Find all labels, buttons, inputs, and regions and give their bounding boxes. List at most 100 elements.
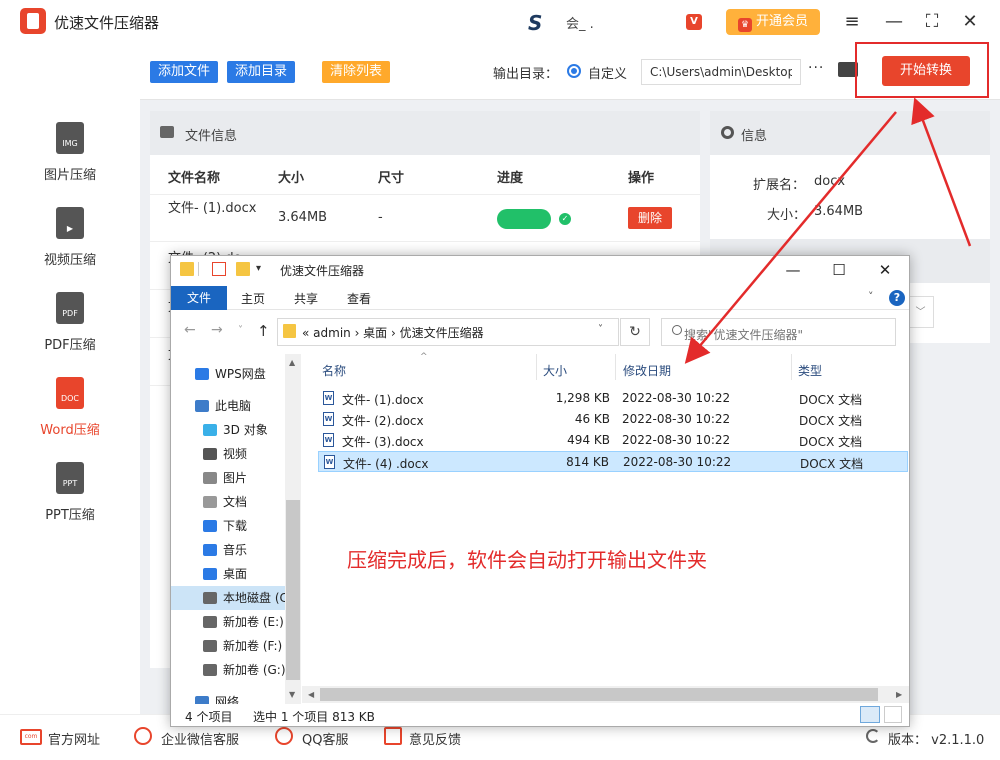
file-panel-title: 文件信息 [185, 129, 238, 144]
nav-pane-label: 音乐 [223, 543, 248, 557]
refresh-button[interactable]: ↻ [620, 318, 650, 346]
nav-pane-item[interactable]: WPS网盘 [171, 362, 285, 386]
scroll-down-icon[interactable]: ▼ [289, 690, 295, 699]
word-doc-icon: W [323, 412, 334, 426]
sidebar-item-video[interactable]: ▶ 视频压缩 [0, 207, 140, 292]
details-view-icon[interactable] [860, 706, 880, 723]
large-icons-view-icon[interactable] [884, 706, 902, 723]
nav-pane-item[interactable]: 网络 [171, 690, 285, 704]
horizontal-scrollbar-thumb[interactable] [320, 688, 878, 701]
crown-icon: ♛ [737, 18, 752, 32]
feedback-link[interactable]: 意见反馈 [409, 729, 461, 748]
file-dimension-cell: - [378, 210, 383, 225]
close-button[interactable]: ✕ [958, 10, 982, 34]
recent-locations-icon[interactable]: ˅ [238, 325, 243, 336]
tab-file[interactable]: 文件 [171, 286, 227, 310]
more-options-button[interactable]: ··· [808, 60, 824, 76]
nav-pane-label: 文档 [223, 495, 248, 509]
word-doc-icon: W [324, 455, 335, 469]
ribbon-collapse-icon[interactable]: ˅ [868, 290, 874, 303]
scroll-up-icon[interactable]: ▲ [289, 358, 295, 367]
new-folder-icon[interactable] [236, 262, 250, 276]
column-header-date[interactable]: 修改日期 [623, 362, 671, 379]
nav-pane-item[interactable]: 新加卷 (G:) [171, 658, 285, 682]
official-site-link[interactable]: 官方网址 [48, 729, 100, 748]
explorer-maximize-button[interactable]: ☐ [824, 260, 854, 280]
nav-pane-label: 网络 [215, 695, 240, 704]
word-doc-icon: W [323, 433, 334, 447]
nav-pane-item[interactable]: 下载 [171, 514, 285, 538]
nav-pane-label: 新加卷 (E:) [223, 615, 284, 629]
tab-view[interactable]: 查看 [347, 290, 371, 307]
open-vip-button[interactable]: ♛ 开通会员 [726, 9, 820, 35]
properties-icon[interactable] [212, 262, 226, 276]
nav-pane-item[interactable]: 视频 [171, 442, 285, 466]
version-text: 版本： v2.1.1.0 [888, 733, 985, 748]
breadcrumb[interactable]: « admin › 桌面 › 优速文件压缩器 [302, 324, 484, 341]
refresh-icon[interactable] [866, 729, 880, 743]
minimize-button[interactable]: — [882, 10, 906, 34]
file-list-item[interactable]: W 文件- (3).docx 494 KB 2022-08-30 10:22 DOCX … [318, 430, 908, 451]
wechat-support-link[interactable]: 企业微信客服 [161, 729, 239, 748]
column-header-size[interactable]: 大小 [543, 362, 567, 379]
nav-pane-item[interactable]: 新加卷 (E:) [171, 610, 285, 634]
delete-button[interactable]: 删除 [628, 207, 672, 229]
quick-access-dropdown-icon[interactable]: ▾ [256, 263, 261, 274]
doc-file-icon: DOC [56, 377, 84, 409]
settings-dropdown[interactable]: ﹀ [908, 296, 934, 328]
clear-list-button[interactable]: 清除列表 [322, 61, 391, 83]
menu-icon[interactable]: ≡ [840, 10, 864, 34]
scroll-right-icon[interactable]: ▶ [896, 690, 902, 699]
wechat-icon [134, 727, 152, 745]
custom-radio[interactable] [567, 64, 581, 78]
column-header-name: 文件名称 [168, 171, 221, 186]
file-size: 814 KB [566, 455, 609, 469]
nav-pane-item[interactable]: 此电脑 [171, 394, 285, 418]
folder-icon [203, 424, 217, 436]
up-button[interactable]: ↑ [257, 322, 270, 340]
sidebar-item-image[interactable]: IMG 图片压缩 [0, 122, 140, 207]
file-name: 文件- (2).docx [342, 414, 424, 428]
add-directory-button[interactable]: 添加目录 [227, 61, 296, 83]
nav-pane-item[interactable]: 音乐 [171, 538, 285, 562]
sidebar-item-word[interactable]: DOC Word压缩 [0, 377, 140, 462]
nav-pane-item[interactable]: 图片 [171, 466, 285, 490]
help-icon[interactable]: ? [889, 290, 905, 306]
file-list-item[interactable]: W 文件- (2).docx 46 KB 2022-08-30 10:22 DOCX 文… [318, 409, 908, 430]
tab-home[interactable]: 主页 [241, 290, 265, 307]
nav-pane-item[interactable]: 新加卷 (F:) [171, 634, 285, 658]
forward-button[interactable]: → [211, 322, 223, 338]
maximize-button[interactable]: ⛶ [920, 10, 944, 34]
nav-scrollbar-thumb[interactable] [286, 500, 300, 680]
output-path-input[interactable] [641, 59, 801, 85]
size-label: 大小： [767, 208, 807, 223]
nav-pane-item[interactable]: 桌面 [171, 562, 285, 586]
add-file-button[interactable]: 添加文件 [150, 61, 219, 83]
sidebar-item-ppt[interactable]: PPT PPT压缩 [0, 462, 140, 547]
info-panel-title: 信息 [741, 129, 768, 144]
nav-pane-item[interactable]: 本地磁盘 (C [171, 586, 285, 610]
column-header-dimension: 尺寸 [378, 171, 405, 186]
file-type: DOCX 文档 [800, 457, 864, 471]
column-header-type[interactable]: 类型 [798, 362, 822, 379]
explorer-minimize-button[interactable]: — [778, 260, 808, 280]
sidebar-item-pdf[interactable]: PDF PDF压缩 [0, 292, 140, 377]
column-header-name[interactable]: 名称 [322, 362, 346, 379]
nav-pane-label: 新加卷 (G:) [223, 663, 285, 677]
search-input[interactable] [661, 318, 896, 346]
qq-support-link[interactable]: QQ客服 [302, 729, 348, 748]
file-list-item[interactable]: W 文件- (1).docx 1,298 KB 2022-08-30 10:22 DOC… [318, 388, 908, 409]
folder-icon [203, 520, 217, 532]
file-list-item[interactable]: W 文件- (4) .docx 814 KB 2022-08-30 10:22 DOCX… [318, 451, 908, 472]
explorer-close-button[interactable]: ✕ [870, 260, 900, 280]
back-button[interactable]: ← [184, 322, 196, 338]
video-file-icon: ▶ [56, 207, 84, 239]
tab-share[interactable]: 共享 [294, 290, 318, 307]
scroll-left-icon[interactable]: ◀ [308, 690, 314, 699]
nav-pane-item[interactable]: 3D 对象 [171, 418, 285, 442]
ribbon [171, 286, 909, 310]
nav-pane-item[interactable]: 文档 [171, 490, 285, 514]
file-size: 46 KB [574, 412, 610, 426]
user-name[interactable]: 会_ . [566, 13, 594, 32]
address-dropdown-icon[interactable]: ˅ [598, 324, 603, 335]
